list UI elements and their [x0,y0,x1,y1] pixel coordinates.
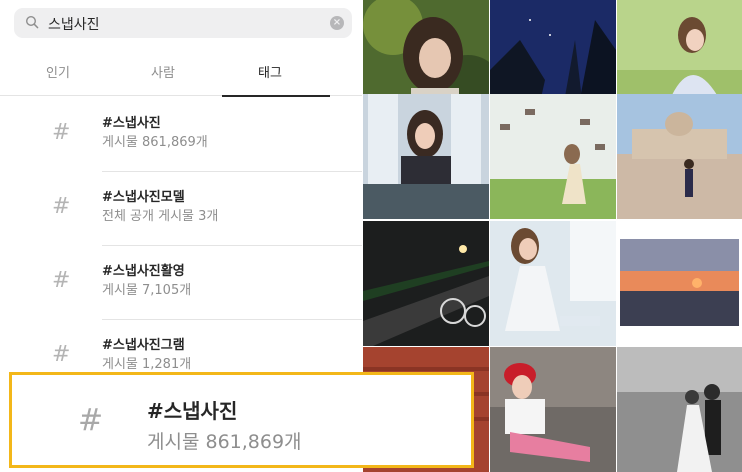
active-tab-indicator [222,95,330,97]
hashtag-icon: # [52,268,71,293]
hashtag-icon: # [52,194,71,219]
post-count: 전체 공개 게시물 3개 [102,209,219,224]
tag-name: #스냅사진활영 [102,264,185,279]
post-count: 게시물 861,869개 [147,431,302,453]
hashtag-icon: # [52,120,71,145]
clear-icon[interactable]: × [330,16,344,30]
post-count: 게시물 1,281개 [102,357,192,372]
photo-thumbnail[interactable] [490,94,616,219]
tab-bar: 인기 사람 태그 [0,52,362,97]
post-count: 게시물 7,105개 [102,283,192,298]
hashtag-icon: # [52,342,71,367]
search-icon [25,15,39,29]
tab-people[interactable]: 사람 [151,62,175,81]
tag-name: #스냅사진모델 [102,190,185,205]
photo-thumbnail[interactable] [490,221,616,346]
photo-thumbnail[interactable] [363,221,489,346]
tab-tags[interactable]: 태그 [258,62,282,81]
tag-name: #스냅사진 [147,399,238,423]
photo-thumbnail[interactable] [617,94,742,219]
photo-thumbnail[interactable] [490,347,616,472]
photo-thumbnail[interactable] [363,94,489,219]
search-bar[interactable]: 스냅사진 × [14,8,352,38]
tag-result-row[interactable]: # #스냅사진활영 게시물 7,105개 [0,246,362,320]
tag-result-row[interactable]: # #스냅사진 게시물 861,869개 [0,98,362,172]
tab-popular[interactable]: 인기 [46,62,70,81]
hashtag-icon: # [78,403,104,438]
photo-thumbnail[interactable] [617,221,742,346]
tag-result-row[interactable]: # #스냅사진모델 전체 공개 게시물 3개 [0,172,362,246]
tag-name: #스냅사진 [102,116,161,131]
post-count: 게시물 861,869개 [102,135,208,150]
tag-name: #스냅사진그램 [102,338,185,353]
highlighted-tag-result[interactable]: # #스냅사진 게시물 861,869개 [9,372,474,468]
photo-thumbnail[interactable] [617,347,742,472]
search-input[interactable]: 스냅사진 [48,14,100,34]
